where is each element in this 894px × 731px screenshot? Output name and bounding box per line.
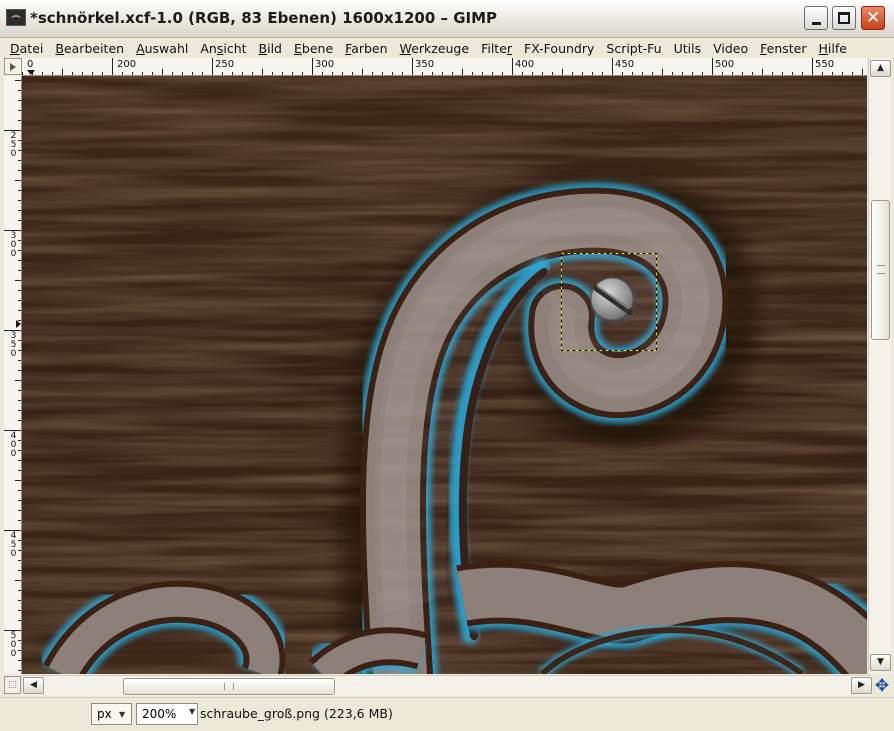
- window-title: *schnörkel.xcf-1.0 (RGB, 83 Ebenen) 1600…: [30, 9, 498, 27]
- ruler-label: 300: [315, 59, 335, 70]
- vertical-ruler[interactable]: 250 300 350 400 450 500: [4, 76, 22, 674]
- navigate-icon[interactable]: ✥: [873, 677, 891, 695]
- scroll-right-button[interactable]: ▶: [851, 677, 872, 694]
- ruler-label: 500: [10, 631, 17, 659]
- pointer-position-marker: [16, 320, 21, 328]
- quick-mask-toggle[interactable]: ⬚: [4, 676, 21, 694]
- unit-select[interactable]: px ▼: [91, 703, 132, 725]
- status-message: schraube_groß.png (223,6 MB): [200, 706, 393, 721]
- maximize-button[interactable]: [832, 6, 856, 30]
- ruler-label: 500: [715, 59, 735, 70]
- menu-item[interactable]: Bild: [253, 41, 288, 56]
- menu-item[interactable]: Utils: [668, 41, 708, 56]
- unit-value: px: [97, 707, 112, 721]
- vertical-scrollbar[interactable]: ▲ ▼: [868, 58, 891, 674]
- menu-item[interactable]: Fenster: [754, 41, 812, 56]
- menu-item[interactable]: Auswahl: [130, 41, 194, 56]
- menu-item[interactable]: Ansicht: [194, 41, 252, 56]
- menu-item[interactable]: FX-Foundry: [518, 41, 600, 56]
- ruler-menu-button[interactable]: [4, 58, 22, 75]
- horizontal-ruler[interactable]: 0 200 250 300 350 400 450 500 550: [22, 58, 867, 76]
- menu-item[interactable]: Farben: [339, 41, 393, 56]
- menu-item[interactable]: Hilfe: [813, 41, 853, 56]
- screw-graphic: [590, 277, 638, 325]
- vertical-ruler-ticks: [4, 80, 21, 671]
- horizontal-ruler-ticks: [22, 58, 863, 75]
- title-bar[interactable]: *schnörkel.xcf-1.0 (RGB, 83 Ebenen) 1600…: [0, 0, 894, 38]
- ruler-label: 250: [215, 59, 235, 70]
- menu-item[interactable]: Bearbeiten: [49, 41, 130, 56]
- ruler-label: 400: [515, 59, 535, 70]
- vertical-scroll-thumb[interactable]: [871, 200, 890, 340]
- chevron-down-icon: ▼: [119, 710, 126, 719]
- scroll-left-button[interactable]: ◀: [23, 677, 44, 694]
- horizontal-scrollbar[interactable]: ◀ ▶: [22, 675, 872, 696]
- menu-item[interactable]: Ebene: [288, 41, 339, 56]
- ruler-label: 300: [10, 231, 17, 259]
- scroll-up-button[interactable]: ▲: [870, 60, 891, 77]
- ruler-label: 450: [10, 531, 17, 559]
- gimp-image-icon[interactable]: [6, 9, 26, 26]
- menu-item[interactable]: Filter: [475, 41, 518, 56]
- menu-item[interactable]: Script-Fu: [600, 41, 667, 56]
- ruler-label: 200: [117, 59, 137, 70]
- minimize-button[interactable]: [804, 6, 828, 30]
- menu-bar: Datei Bearbeiten Auswahl Ansicht Bild Ebene Fa…: [0, 38, 894, 58]
- menu-item[interactable]: Datei: [4, 41, 49, 56]
- close-button[interactable]: ✕: [861, 6, 885, 30]
- close-icon: ✕: [866, 8, 881, 28]
- ruler-label: 350: [10, 331, 17, 359]
- horizontal-scroll-thumb[interactable]: [123, 678, 335, 695]
- ruler-label: 0: [27, 59, 34, 70]
- image-canvas[interactable]: [22, 76, 867, 674]
- minimize-icon: [812, 22, 821, 25]
- zoom-value: 200%: [142, 707, 177, 721]
- ruler-label: 350: [415, 59, 435, 70]
- menu-item[interactable]: Video: [707, 41, 754, 56]
- canvas-artwork: [22, 76, 867, 674]
- zoom-combobox[interactable]: 200% ▼: [136, 703, 198, 725]
- ruler-label: 550: [815, 59, 835, 70]
- ruler-label: 400: [10, 431, 17, 459]
- ruler-label: 250: [10, 131, 17, 159]
- chevron-down-icon: ▼: [189, 707, 196, 716]
- scroll-down-button[interactable]: ▼: [870, 654, 891, 671]
- maximize-icon: [838, 12, 850, 24]
- pointer-position-marker: [27, 70, 35, 75]
- status-bar: px ▼ 200% ▼ schraube_groß.png (223,6 MB): [0, 697, 894, 731]
- menu-item[interactable]: Werkzeuge: [394, 41, 476, 56]
- ruler-label: 450: [615, 59, 635, 70]
